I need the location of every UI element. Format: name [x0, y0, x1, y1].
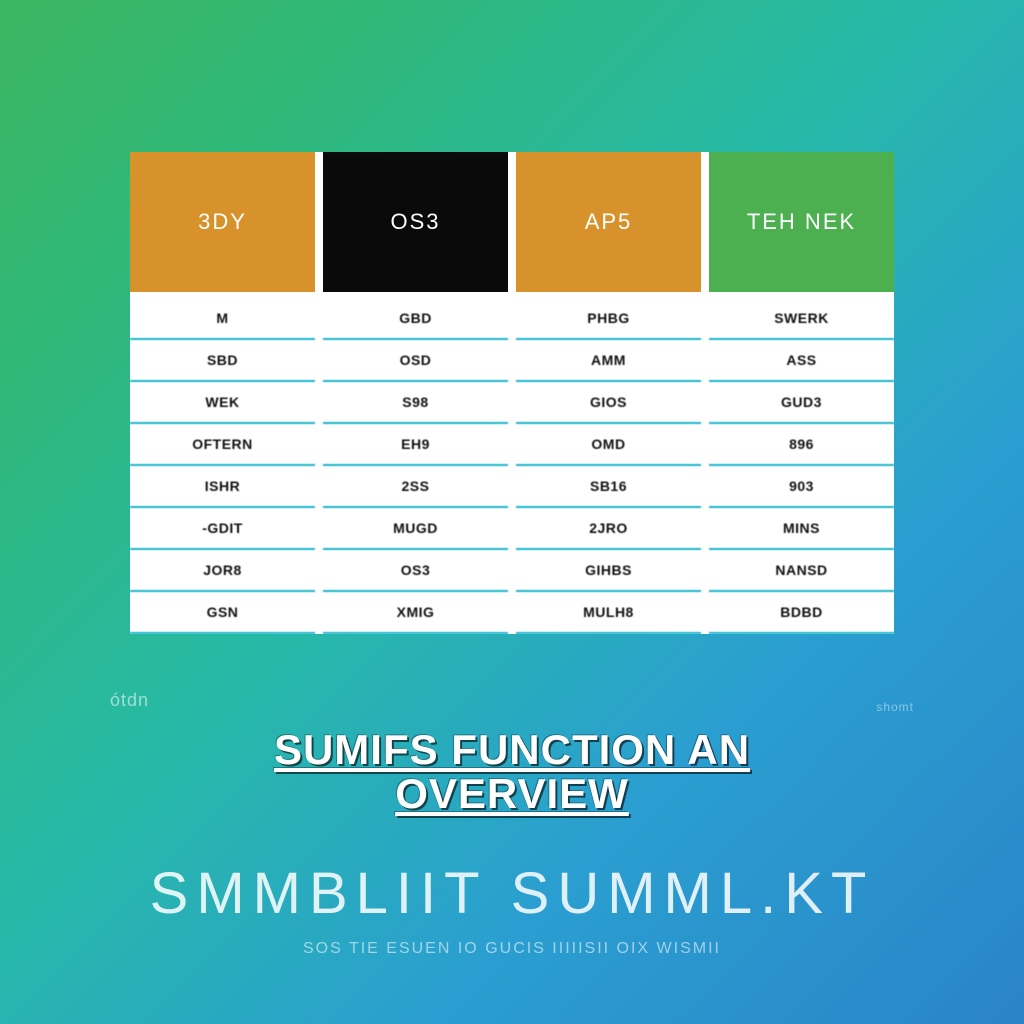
table-cell: MULH8 [516, 592, 701, 634]
table-cell: GIHBS [516, 550, 701, 592]
table-header-1: 3DY [130, 152, 315, 292]
table-cell: EH9 [323, 424, 508, 466]
table-cell: JOR8 [130, 550, 315, 592]
footer-label-left: ótdn [110, 690, 149, 711]
table-cell: MUGD [323, 508, 508, 550]
table-row: JOR8 OS3 GIHBS NANSD [130, 550, 894, 592]
table-cell: GUD3 [709, 382, 894, 424]
table-cell: ISHR [130, 466, 315, 508]
table-cell: 903 [709, 466, 894, 508]
table-cell: PHBG [516, 298, 701, 340]
table-cell: OFTERN [130, 424, 315, 466]
table-cell: AMM [516, 340, 701, 382]
table-cell: OMD [516, 424, 701, 466]
table-cell: ASS [709, 340, 894, 382]
table-cell: 896 [709, 424, 894, 466]
table-header-row: 3DY OS3 AP5 TEH NEK [130, 152, 894, 292]
table-cell: 2SS [323, 466, 508, 508]
table-header-4: TEH NEK [709, 152, 894, 292]
footer-heading: SMMBLIIT SUMML.KT [0, 860, 1024, 927]
page-title: SUMIFS FUNCTION ANOVERVIEW [0, 728, 1024, 816]
table-cell: NANSD [709, 550, 894, 592]
table-cell: MINS [709, 508, 894, 550]
table-cell: BDBD [709, 592, 894, 634]
table-cell: S98 [323, 382, 508, 424]
table-cell: SWERK [709, 298, 894, 340]
table-row: WEK S98 GIOS GUD3 [130, 382, 894, 424]
table-header-2: OS3 [323, 152, 508, 292]
footer-subtext: SOS TIE ESUEN IO GUCIS IIIIISII OIX WISM… [0, 940, 1024, 958]
table-row: ISHR 2SS SB16 903 [130, 466, 894, 508]
table-cell: XMIG [323, 592, 508, 634]
table-cell: GSN [130, 592, 315, 634]
table-cell: GIOS [516, 382, 701, 424]
table-row: GSN XMIG MULH8 BDBD [130, 592, 894, 634]
data-table: 3DY OS3 AP5 TEH NEK M GBD PHBG SWERK SBD… [130, 152, 894, 634]
table-row: OFTERN EH9 OMD 896 [130, 424, 894, 466]
table-cell: 2JRO [516, 508, 701, 550]
table-cell: OS3 [323, 550, 508, 592]
table-cell: M [130, 298, 315, 340]
table-cell: OSD [323, 340, 508, 382]
table-row: M GBD PHBG SWERK [130, 298, 894, 340]
table-cell: SB16 [516, 466, 701, 508]
table-cell: SBD [130, 340, 315, 382]
table-cell: GBD [323, 298, 508, 340]
footer-label-right: shomt [876, 700, 914, 714]
table-body: M GBD PHBG SWERK SBD OSD AMM ASS WEK S98… [130, 292, 894, 634]
table-cell: -GDIT [130, 508, 315, 550]
table-cell: WEK [130, 382, 315, 424]
table-row: -GDIT MUGD 2JRO MINS [130, 508, 894, 550]
table-header-3: AP5 [516, 152, 701, 292]
table-row: SBD OSD AMM ASS [130, 340, 894, 382]
